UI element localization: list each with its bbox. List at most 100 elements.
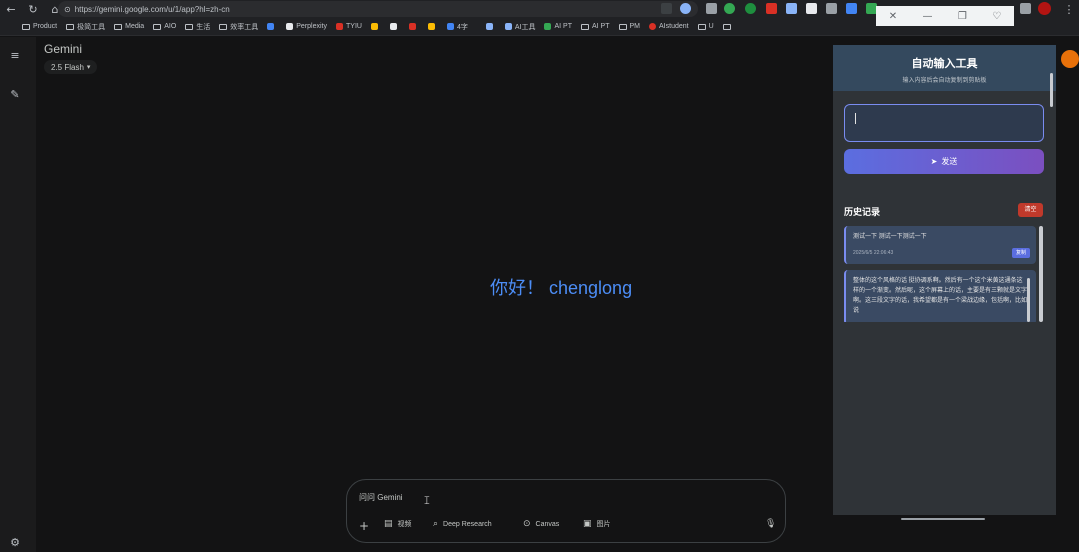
history-item-text: 整体的这个风格的话 挺协调系啊。然后有一个这个米黄这通条这样的一个渐变。然后呢，… xyxy=(853,278,1027,314)
send-icon: ➤ xyxy=(930,157,938,166)
folder-icon xyxy=(185,23,194,30)
address-bar[interactable]: ⊙ https://gemini.google.com/u/1/app?hl=z… xyxy=(58,1,698,17)
bookmark-item[interactable]: 极简工具 xyxy=(66,22,105,32)
microphone-icon: 🎙 xyxy=(765,519,777,529)
extension-icon[interactable] xyxy=(806,3,817,14)
copy-button[interactable]: 复制 xyxy=(1012,248,1030,258)
extension-icon[interactable] xyxy=(1020,3,1031,14)
prompt-input[interactable]: 问问 Gemini xyxy=(359,492,403,503)
video-tool-button[interactable]: ▤ 视频 xyxy=(384,519,412,529)
floating-avatar[interactable] xyxy=(1061,50,1079,68)
url-text: https://gemini.google.com/u/1/app?hl=zh-… xyxy=(74,4,230,14)
folder-icon xyxy=(722,23,731,30)
panel-scrollbar[interactable] xyxy=(1050,73,1053,107)
text-caret xyxy=(855,113,856,124)
send-button[interactable]: ➤ 发送 xyxy=(844,149,1044,174)
restore-icon[interactable]: ❐ xyxy=(958,11,967,22)
bookmark-item[interactable]: AI PT xyxy=(581,23,610,30)
bookmark-item[interactable]: AI工具 xyxy=(504,22,535,32)
panel-header: 自动输入工具 输入内容后会自动复制到剪贴板 xyxy=(833,45,1056,91)
text-cursor-icon: 𝙸 xyxy=(423,494,431,507)
more-menu-icon[interactable]: ⋮ xyxy=(1058,0,1079,18)
history-item[interactable]: 整体的这个风格的话 挺协调系啊。然后有一个这个米黄这通条这样的一个渐变。然后呢，… xyxy=(844,270,1036,325)
bookmark-item[interactable]: 生活 xyxy=(185,22,210,32)
bookmark-item[interactable] xyxy=(722,23,734,30)
bookmark-item[interactable]: AIstudent xyxy=(649,23,689,30)
extension-icon[interactable] xyxy=(724,3,735,14)
model-selector[interactable]: 2.5 Flash ▾ xyxy=(44,60,98,74)
bookmark-item[interactable] xyxy=(485,23,496,30)
add-button[interactable]: + xyxy=(359,519,369,533)
extension-icon[interactable] xyxy=(786,3,797,14)
settings-icon[interactable]: ⚙ xyxy=(8,536,22,550)
extension-icon[interactable] xyxy=(661,3,672,14)
bookmark-item[interactable] xyxy=(408,23,419,30)
image-tool-button[interactable]: ▣ 图片 xyxy=(583,519,611,529)
site-icon xyxy=(504,23,512,30)
chevron-down-icon: ▾ xyxy=(86,63,91,71)
bookmark-item[interactable] xyxy=(427,23,438,30)
bookmark-item[interactable] xyxy=(267,23,277,30)
site-info-icon[interactable]: ⊙ xyxy=(64,5,71,14)
extension-icon[interactable] xyxy=(706,3,717,14)
bookmark-item[interactable]: PM xyxy=(618,23,640,30)
microphone-button[interactable]: 🎙 xyxy=(765,519,776,529)
canvas-icon: ⊙ xyxy=(523,519,531,529)
history-title: 历史记录 xyxy=(844,207,881,217)
bookmark-item[interactable]: Product xyxy=(22,23,57,30)
folder-icon xyxy=(114,23,123,30)
bookmark-star-icon[interactable] xyxy=(680,3,691,14)
folder-icon xyxy=(153,23,162,30)
greeting: 你好！ chenglong xyxy=(490,278,633,298)
auto-input-panel: 自动输入工具 输入内容后会自动复制到剪贴板 ➤ 发送 历史记录 清空 测试一下 … xyxy=(833,45,1056,515)
extension-icon[interactable] xyxy=(846,3,857,14)
deep-research-button[interactable]: ⌕ Deep Research xyxy=(433,519,492,529)
history-item-time: 2025/6/5 22:06:43 xyxy=(853,250,894,256)
site-icon xyxy=(485,23,493,30)
site-icon xyxy=(544,23,552,30)
history-scrollbar[interactable] xyxy=(1039,226,1043,322)
panel-title: 自动输入工具 xyxy=(911,58,978,70)
bookmark-item[interactable]: 4字 xyxy=(446,22,468,32)
bookmark-item[interactable] xyxy=(370,23,381,30)
folder-icon xyxy=(22,23,30,30)
edit-icon[interactable]: ✎ xyxy=(8,88,22,102)
extension-icon[interactable] xyxy=(745,3,756,14)
plus-icon: + xyxy=(359,519,370,533)
menu-icon[interactable]: ≡ xyxy=(8,49,22,63)
bookmark-item[interactable]: Media xyxy=(114,23,144,30)
clear-history-button[interactable]: 清空 xyxy=(1018,203,1043,217)
minimize-icon[interactable]: — xyxy=(923,11,933,22)
heart-icon[interactable]: ♡ xyxy=(992,11,1001,22)
bookmark-item[interactable]: TYIU xyxy=(336,23,362,30)
site-icon xyxy=(370,23,378,30)
video-icon: ▤ xyxy=(384,519,393,529)
back-icon[interactable]: ← xyxy=(0,0,22,18)
bookmark-item[interactable]: AIO xyxy=(153,23,176,30)
prompt-composer[interactable]: 问问 Gemini 𝙸 + ▤ 视频 ⌕ Deep Research ⊙ Canvas… xyxy=(346,479,786,543)
bookmark-item[interactable]: AI PT xyxy=(544,23,572,30)
app-title: Gemini xyxy=(44,42,83,56)
folder-icon xyxy=(618,23,627,30)
close-icon[interactable]: ✕ xyxy=(889,11,897,22)
canvas-button[interactable]: ⊙ Canvas xyxy=(523,519,559,529)
home-indicator xyxy=(901,518,985,520)
side-rail: ≡ ✎ ⚙ xyxy=(0,37,36,552)
extension-icon[interactable] xyxy=(826,3,837,14)
extension-icon[interactable] xyxy=(766,3,777,14)
panel-text-input[interactable] xyxy=(844,104,1044,142)
folder-icon xyxy=(66,23,75,30)
search-icon: ⌕ xyxy=(433,519,439,529)
site-icon xyxy=(336,23,343,30)
folder-icon xyxy=(581,23,589,30)
bookmark-item[interactable]: 效率工具 xyxy=(219,22,258,32)
folder-icon xyxy=(697,23,706,30)
bookmark-item[interactable]: Perplexity xyxy=(286,23,327,30)
site-icon xyxy=(408,23,416,30)
bookmark-item[interactable] xyxy=(389,23,400,30)
bookmark-item[interactable]: U xyxy=(697,23,714,30)
reload-icon[interactable]: ↻ xyxy=(22,0,44,18)
history-item[interactable]: 测试一下 测试一下测试一下 2025/6/5 22:06:43 复制 xyxy=(844,226,1036,264)
profile-avatar[interactable] xyxy=(1038,2,1051,15)
item-scrollbar[interactable] xyxy=(1027,278,1030,322)
